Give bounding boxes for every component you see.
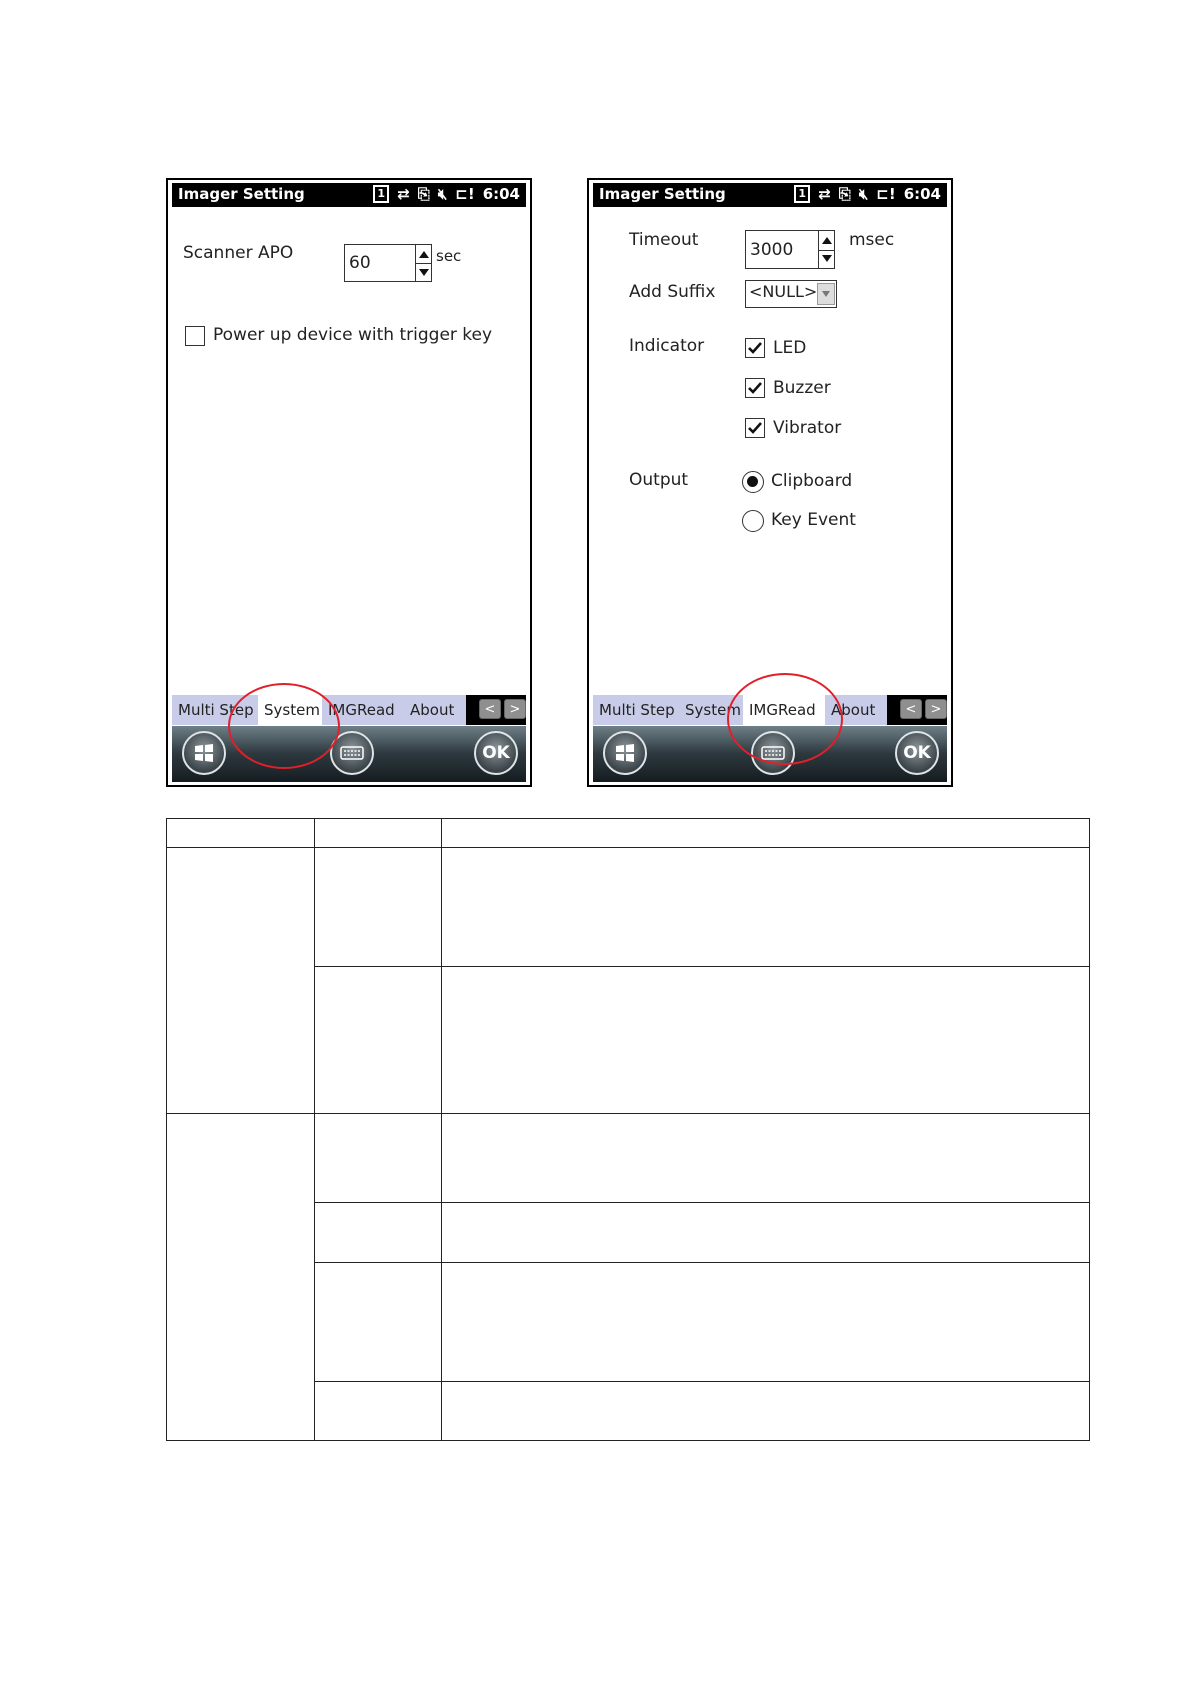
scanner-apo-label: Scanner APO [183, 243, 294, 263]
settings-content: Timeout 3000 msec Add Suffix <NULL> Indi… [593, 208, 947, 693]
battery-icon: ⊏! [455, 185, 475, 203]
start-windows-icon[interactable] [182, 731, 226, 775]
table-cell [440, 818, 1091, 848]
ok-button[interactable]: OK [474, 731, 518, 775]
settings-content: Scanner APO 60 sec Power up device with … [172, 208, 526, 693]
ok-button[interactable]: OK [895, 731, 939, 775]
status-icons: 1 ⇄ ⎘ 🔇︎ ⊏! 6:04 [373, 185, 520, 203]
clipboard-label: Clipboard [771, 471, 853, 491]
vibrator-checkbox[interactable] [745, 418, 765, 438]
power-up-checkbox[interactable] [185, 326, 205, 346]
sim-icon: 1 [373, 185, 390, 203]
check-icon [748, 422, 762, 434]
highlight-circle [727, 673, 843, 765]
table-cell [440, 1113, 1091, 1203]
clock[interactable]: 6:04 [483, 185, 520, 203]
tab-bar: Multi Step System IMGRead About < > [172, 695, 526, 725]
table-header-row [166, 818, 1091, 848]
tab-next-icon[interactable]: > [925, 699, 947, 719]
add-suffix-label: Add Suffix [629, 282, 716, 302]
table-row [166, 1113, 1091, 1441]
buzzer-label: Buzzer [773, 378, 831, 398]
timeout-input[interactable]: 3000 [745, 230, 819, 269]
table-cell [166, 818, 315, 848]
check-icon [748, 342, 762, 354]
scanner-apo-input[interactable]: 60 [344, 244, 416, 282]
table-cell [440, 1381, 1091, 1441]
table-cell [313, 818, 442, 848]
highlight-circle [228, 683, 340, 769]
led-checkbox[interactable] [745, 338, 765, 358]
table-cell [313, 966, 442, 1114]
start-windows-icon[interactable] [603, 731, 647, 775]
timeout-spinner[interactable] [818, 230, 835, 269]
table-cell [440, 1262, 1091, 1382]
table-cell [166, 1113, 315, 1441]
settings-description-table [166, 818, 1091, 1441]
device-screen-left: Imager Setting 1 ⇄ ⎘ 🔇︎ ⊏! 6:04 Scanner … [166, 178, 532, 787]
scanner-apo-spinner[interactable] [415, 244, 432, 282]
buzzer-checkbox[interactable] [745, 378, 765, 398]
led-label: LED [773, 338, 807, 358]
mute-speaker-icon: 🔇︎ [858, 185, 869, 203]
table-row [166, 847, 1091, 1114]
table-cell [313, 847, 442, 967]
connectivity-icon: ⇄ [397, 185, 410, 203]
window-title: Imager Setting [599, 185, 726, 203]
device-screen-right: Imager Setting 1 ⇄ ⎘ 🔇︎ ⊏! 6:04 Timeout … [587, 178, 953, 787]
tab-next-icon[interactable]: > [504, 699, 526, 719]
timeout-label: Timeout [629, 230, 699, 250]
key-event-label: Key Event [771, 510, 856, 530]
spin-up-icon[interactable] [819, 231, 834, 251]
power-up-label: Power up device with trigger key [213, 325, 493, 345]
table-cell [440, 966, 1091, 1114]
tab-prev-icon[interactable]: < [479, 699, 501, 719]
spin-down-icon[interactable] [416, 263, 431, 281]
add-suffix-select[interactable]: <NULL> [745, 280, 837, 308]
rotate-icon: ⎘ [417, 185, 430, 203]
indicator-label: Indicator [629, 336, 705, 356]
table-cell [313, 1262, 442, 1382]
taskbar: OK [172, 726, 526, 782]
spin-up-icon[interactable] [416, 245, 431, 264]
table-cell [313, 1113, 442, 1203]
window-title: Imager Setting [178, 185, 305, 203]
title-bar: Imager Setting 1 ⇄ ⎘ 🔇︎ ⊏! 6:04 [172, 183, 526, 207]
chevron-down-icon[interactable] [817, 283, 835, 305]
key-event-radio[interactable] [742, 510, 764, 532]
output-label: Output [629, 470, 689, 490]
tab-prev-icon[interactable]: < [900, 699, 922, 719]
rotate-icon: ⎘ [838, 185, 851, 203]
table-cell [313, 1202, 442, 1263]
sim-icon: 1 [794, 185, 811, 203]
tab-about[interactable]: About [404, 695, 466, 725]
table-cell [166, 847, 315, 1114]
table-cell [440, 847, 1091, 967]
table-cell [313, 1381, 442, 1441]
tab-multi-step[interactable]: Multi Step [593, 695, 679, 725]
clock[interactable]: 6:04 [904, 185, 941, 203]
vibrator-label: Vibrator [773, 418, 842, 438]
connectivity-icon: ⇄ [818, 185, 831, 203]
clipboard-radio[interactable] [742, 471, 764, 493]
table-cell [440, 1202, 1091, 1263]
spin-down-icon[interactable] [819, 250, 834, 269]
scanner-apo-unit: sec [436, 247, 462, 265]
title-bar: Imager Setting 1 ⇄ ⎘ 🔇︎ ⊏! 6:04 [593, 183, 947, 207]
battery-icon: ⊏! [876, 185, 896, 203]
check-icon [748, 382, 762, 394]
mute-speaker-icon: 🔇︎ [437, 185, 448, 203]
timeout-unit: msec [849, 230, 895, 250]
status-icons: 1 ⇄ ⎘ 🔇︎ ⊏! 6:04 [794, 185, 941, 203]
